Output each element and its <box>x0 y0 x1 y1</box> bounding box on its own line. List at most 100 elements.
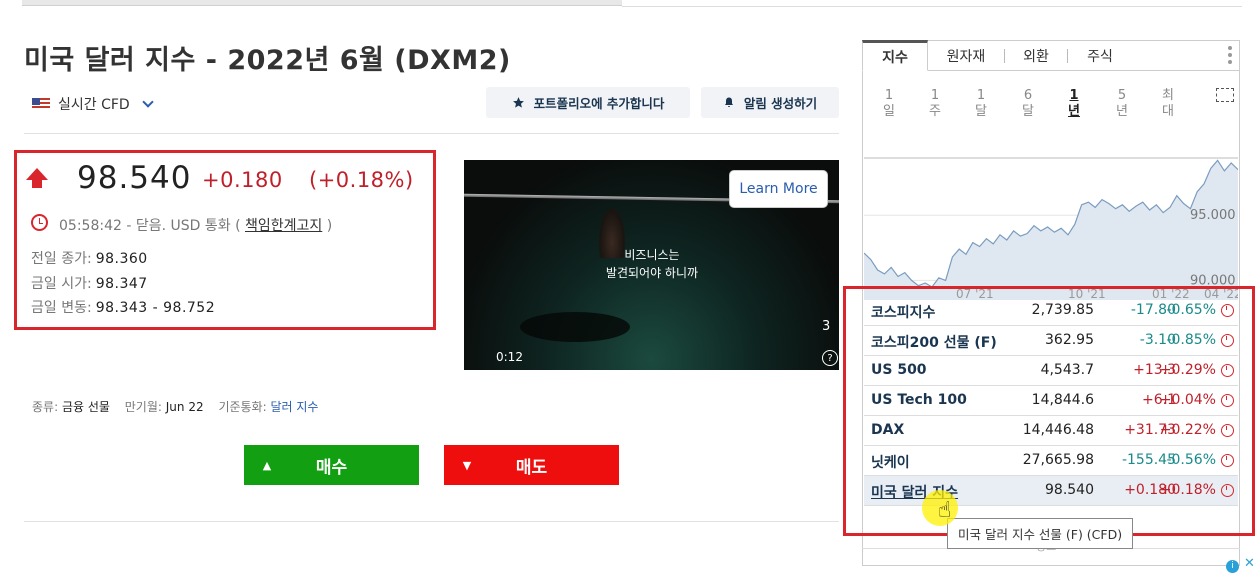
period-option-bottom: 일 <box>883 104 895 119</box>
index-change-percent: -0.65% <box>1166 302 1216 318</box>
last-price: 98.540 <box>77 160 192 196</box>
video-caption-line1: 비즈니스는 <box>624 248 680 262</box>
prev-close-label: 전일 종가: <box>31 251 92 267</box>
period-option-top: 6 <box>1023 88 1033 103</box>
day-range: 금일 변동: 98.343 - 98.752 <box>31 297 215 317</box>
index-row[interactable]: 코스피지수 2,739.85 -17.80 -0.65% <box>864 296 1238 326</box>
realtime-cfd-dropdown[interactable]: 실시간 CFD <box>32 94 154 114</box>
expiry-value: Jun 22 <box>165 400 204 414</box>
tab-stocks[interactable]: 주식 <box>1068 40 1132 71</box>
period-option-top: 최 <box>1162 88 1174 103</box>
index-change-percent: +0.29% <box>1159 362 1216 378</box>
ad-info-icon[interactable]: i <box>1226 560 1239 573</box>
up-arrow-icon <box>26 168 48 188</box>
video-ad[interactable]: 비즈니스는 발견되어야 하니까 Learn More 0:12 3 ? <box>464 160 839 370</box>
hand-cursor-icon: ☝ <box>938 498 952 523</box>
day-range-value: 98.343 - 98.752 <box>95 300 216 316</box>
index-name-link[interactable]: US Tech 100 <box>871 392 967 408</box>
clock-icon <box>1221 424 1234 437</box>
period-option-bottom: 달 <box>975 104 987 119</box>
more-options-icon[interactable] <box>1228 46 1232 64</box>
contract-meta: 종류: 금융 선물 만기월: Jun 22 기준통화: 달러 지수 <box>32 398 318 415</box>
period-option-bottom: 달 <box>1022 104 1034 119</box>
index-name-link[interactable]: 코스피지수 <box>871 302 935 322</box>
tooltip: 미국 달러 지수 선물 (F) (CFD) <box>947 518 1134 549</box>
index-name-link[interactable]: 코스피200 선물 (F) <box>871 332 997 352</box>
period-option-top: 5 <box>1117 88 1127 103</box>
sell-label: 매도 <box>515 457 548 478</box>
index-row[interactable]: 코스피200 선물 (F) 362.95 -3.10 -0.85% <box>864 326 1238 356</box>
video-count: 3 <box>822 319 831 334</box>
period-option[interactable]: 1일 <box>882 88 896 120</box>
create-alert-button[interactable]: 알림 생성하기 <box>701 87 839 118</box>
index-row[interactable]: 미국 달러 지수 98.540 +0.180 +0.18% <box>864 476 1238 506</box>
add-to-portfolio-button[interactable]: 포트폴리오에 추가합니다 <box>486 87 690 118</box>
divider <box>24 133 839 134</box>
clock-icon <box>1221 454 1234 467</box>
index-name-link[interactable]: US 500 <box>871 362 927 378</box>
period-option[interactable]: 1년 <box>1067 88 1081 120</box>
open-label: 금일 시가: <box>31 276 92 292</box>
clock-icon <box>1221 484 1234 497</box>
base-currency-link[interactable]: 달러 지수 <box>270 400 318 414</box>
buy-button[interactable]: ▲ 매수 <box>244 445 419 485</box>
tab-forex[interactable]: 외환 <box>1005 40 1067 71</box>
clock-icon <box>1221 304 1234 317</box>
index-price: 98.540 <box>1045 482 1094 498</box>
cfd-label: 실시간 CFD <box>58 97 130 113</box>
period-option-bottom: 대 <box>1162 104 1174 119</box>
market-status: 05:58:42 - 닫음. USD 통화 ( 책임한계고지 ) <box>59 215 332 235</box>
index-row[interactable]: US 500 4,543.7 +13.3 +0.29% <box>864 356 1238 386</box>
index-row[interactable]: US Tech 100 14,844.6 +6.1 +0.04% <box>864 386 1238 416</box>
disclaimer-link[interactable]: 책임한계고지 <box>245 218 322 234</box>
us-flag-icon <box>32 98 50 110</box>
index-name-link[interactable]: 닛케이 <box>871 452 910 472</box>
add-to-portfolio-label: 포트폴리오에 추가합니다 <box>533 96 665 111</box>
type-value: 금융 선물 <box>61 400 110 414</box>
page-title: 미국 달러 지수 - 2022년 6월 (DXM2) <box>24 45 511 76</box>
period-option-top: 1 <box>884 88 894 103</box>
period-option[interactable]: 1달 <box>974 88 988 120</box>
price-change: +0.180 <box>202 168 283 192</box>
period-option[interactable]: 1주 <box>928 88 942 120</box>
index-change-percent: -0.56% <box>1166 452 1216 468</box>
ad-banner <box>862 548 1240 573</box>
learn-more-button[interactable]: Learn More <box>729 170 828 208</box>
period-option-top: 1 <box>1069 88 1079 103</box>
index-price: 4,543.7 <box>1040 362 1094 378</box>
tab-commodities[interactable]: 원자재 <box>928 40 1004 71</box>
market-status-tail: ) <box>326 218 333 234</box>
period-option-top: 1 <box>930 88 940 103</box>
open-price: 금일 시가: 98.347 <box>31 273 148 293</box>
index-row[interactable]: DAX 14,446.48 +31.73 +0.22% <box>864 416 1238 446</box>
period-option-bottom: 년 <box>1116 104 1128 119</box>
index-price: 14,446.48 <box>1022 422 1094 438</box>
ad-close-icon[interactable]: ✕ <box>1244 556 1255 571</box>
index-price: 14,844.6 <box>1031 392 1094 408</box>
index-name-link[interactable]: DAX <box>871 422 904 438</box>
sell-button[interactable]: ▼ 매도 <box>444 445 619 485</box>
bell-icon <box>724 97 733 107</box>
period-option[interactable]: 5년 <box>1115 88 1129 120</box>
market-status-text: 05:58:42 - 닫음. USD 통화 ( <box>59 218 241 234</box>
index-change-percent: -0.85% <box>1166 332 1216 348</box>
period-option[interactable]: 최대 <box>1161 88 1175 120</box>
buy-arrow-icon: ▲ <box>262 458 272 472</box>
clock-icon <box>31 214 48 231</box>
base-currency-label: 기준통화: <box>218 400 267 414</box>
prev-close-value: 98.360 <box>95 251 148 267</box>
prev-close: 전일 종가: 98.360 <box>31 248 148 268</box>
type-label: 종류: <box>32 400 59 414</box>
buy-label: 매수 <box>315 457 348 478</box>
video-caption: 비즈니스는 발견되어야 하니까 <box>572 246 732 282</box>
clock-icon <box>1221 334 1234 347</box>
index-row[interactable]: 닛케이 27,665.98 -155.45 -0.56% <box>864 446 1238 476</box>
period-option[interactable]: 6달 <box>1021 88 1035 120</box>
index-change-percent: +0.18% <box>1159 482 1216 498</box>
open-value: 98.347 <box>95 276 148 292</box>
tab-indices[interactable]: 지수 <box>862 40 928 71</box>
create-alert-label: 알림 생성하기 <box>743 96 818 111</box>
help-icon[interactable]: ? <box>822 350 838 366</box>
index-price: 362.95 <box>1045 332 1094 348</box>
expand-chart-icon[interactable] <box>1216 88 1234 102</box>
